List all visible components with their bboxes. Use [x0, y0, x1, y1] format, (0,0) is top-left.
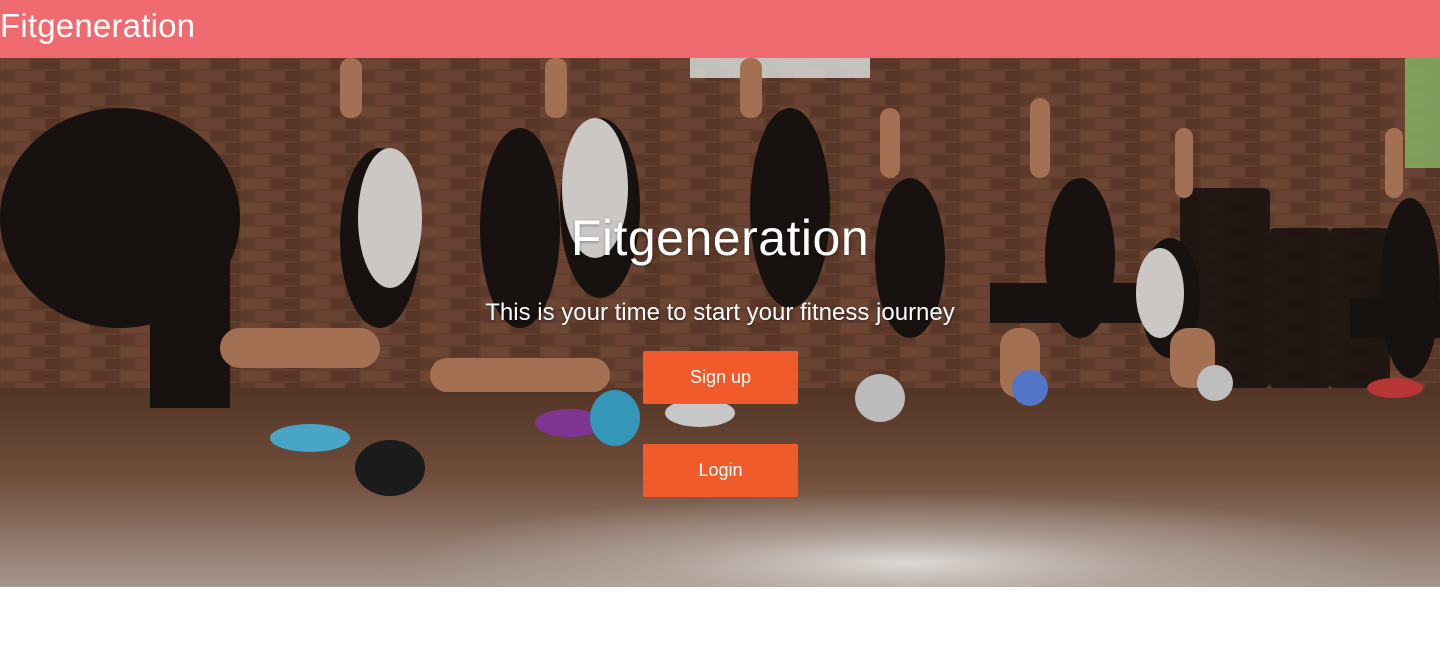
hero-title: Fitgeneration: [570, 210, 870, 266]
signup-button[interactable]: Sign up: [643, 351, 798, 404]
page-below-hero: [0, 587, 1440, 656]
hero-content: Fitgeneration This is your time to start…: [0, 58, 1440, 587]
hero-section: Fitgeneration This is your time to start…: [0, 58, 1440, 587]
hero-subtitle: This is your time to start your fitness …: [485, 299, 955, 326]
brand-logo-text[interactable]: Fitgeneration: [0, 6, 195, 46]
login-button[interactable]: Login: [643, 444, 798, 497]
top-navbar: Fitgeneration: [0, 0, 1440, 58]
